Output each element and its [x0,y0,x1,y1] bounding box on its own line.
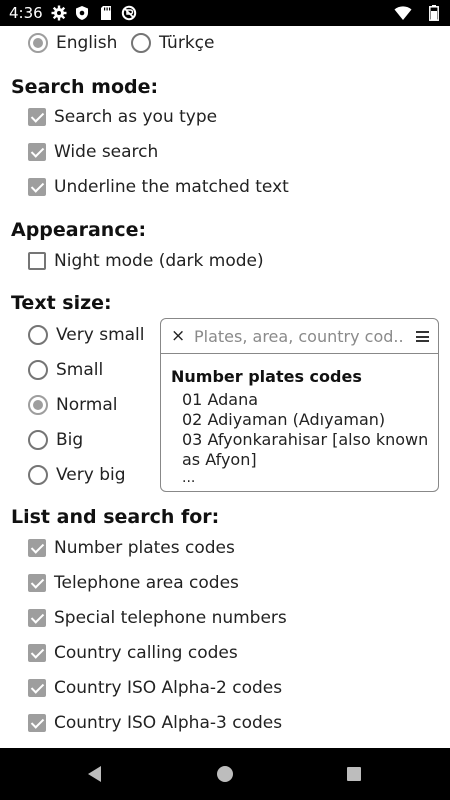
checkbox-indicator [28,679,46,697]
text-size-big-radio[interactable]: Big [28,427,83,453]
checkbox-indicator [28,178,46,196]
wifi-icon [394,6,412,20]
country-iso-alpha3-checkbox[interactable]: Country ISO Alpha-3 codes [28,710,282,736]
checkbox-label: Underline the matched text [54,177,289,197]
country-iso-alpha2-checkbox[interactable]: Country ISO Alpha-2 codes [28,675,282,701]
checkbox-label: Wide search [54,142,159,162]
preview-list-title: Number plates codes [171,367,362,386]
telephone-area-codes-checkbox[interactable]: Telephone area codes [28,570,239,596]
radio-indicator [28,360,48,380]
number-plates-codes-checkbox[interactable]: Number plates codes [28,535,235,561]
text-size-heading: Text size: [11,292,112,314]
home-icon[interactable] [217,766,233,782]
shield-icon [76,6,88,20]
radio-indicator [28,325,48,345]
text-size-very-small-radio[interactable]: Very small [28,322,145,348]
preview-list-item: 02 Adiyaman (Adıyaman) [182,410,386,429]
checkbox-label: Country ISO Alpha-2 codes [54,678,283,698]
battery-icon [429,5,439,21]
checkbox-indicator [28,574,46,592]
checkbox-label: Country calling codes [54,643,238,663]
radio-indicator [28,395,48,415]
checkbox-indicator [28,143,46,161]
checkbox-indicator [28,644,46,662]
underline-matched-text-checkbox[interactable]: Underline the matched text [28,174,289,200]
checkbox-label: Night mode (dark mode) [54,251,264,271]
list-search-for-heading: List and search for: [11,506,220,528]
special-telephone-numbers-checkbox[interactable]: Special telephone numbers [28,605,287,631]
checkbox-label: Telephone area codes [54,573,239,593]
checkbox-indicator [28,108,46,126]
checkbox-label: Country ISO Alpha-3 codes [54,713,283,733]
close-icon: × [171,326,186,346]
night-mode-checkbox[interactable]: Night mode (dark mode) [28,248,264,274]
back-icon[interactable] [88,766,101,782]
radio-label: Big [56,430,84,450]
status-time: 4:36 [9,4,43,22]
preview-search-placeholder: Plates, area, country cod... [194,327,404,346]
no-data-icon [121,5,137,21]
preview-list-item: 03 Afyonkarahisar [also known as Afyon] [182,430,429,469]
checkbox-indicator [28,539,46,557]
radio-label: Small [56,360,104,380]
menu-icon [416,331,429,342]
checkbox-label: Special telephone numbers [54,608,287,628]
radio-label: Türkçe [159,33,215,53]
navigation-bar [0,748,450,800]
preview-list-item: ... [182,470,196,486]
radio-indicator [131,33,151,53]
wide-search-checkbox[interactable]: Wide search [28,139,158,165]
radio-label: Very big [56,465,126,485]
recent-apps-icon[interactable] [347,767,361,781]
text-size-preview: × Plates, area, country cod... Number pl… [160,318,439,492]
preview-search-bar: × Plates, area, country cod... [161,319,438,354]
appearance-heading: Appearance: [11,219,147,241]
status-bar: 4:36 [0,0,450,26]
text-size-small-radio[interactable]: Small [28,357,103,383]
radio-label: Normal [56,395,118,415]
search-as-you-type-checkbox[interactable]: Search as you type [28,104,217,130]
preview-list-item: 01 Adana [182,390,259,409]
checkbox-label: Number plates codes [54,538,235,558]
settings-content: English Türkçe Search mode: Search as yo… [0,26,450,748]
radio-label: English [56,33,118,53]
search-mode-heading: Search mode: [11,76,159,98]
text-size-normal-radio[interactable]: Normal [28,392,118,418]
language-english-radio[interactable]: English [28,30,117,56]
radio-indicator [28,430,48,450]
checkbox-indicator [28,252,46,270]
text-size-very-big-radio[interactable]: Very big [28,462,126,488]
radio-label: Very small [56,325,145,345]
gear-icon [51,5,67,21]
checkbox-indicator [28,714,46,732]
radio-indicator [28,465,48,485]
language-turkish-radio[interactable]: Türkçe [131,30,214,56]
country-calling-codes-checkbox[interactable]: Country calling codes [28,640,238,666]
checkbox-label: Search as you type [54,107,218,127]
radio-indicator [28,33,48,53]
sd-card-icon [101,6,111,20]
checkbox-indicator [28,609,46,627]
